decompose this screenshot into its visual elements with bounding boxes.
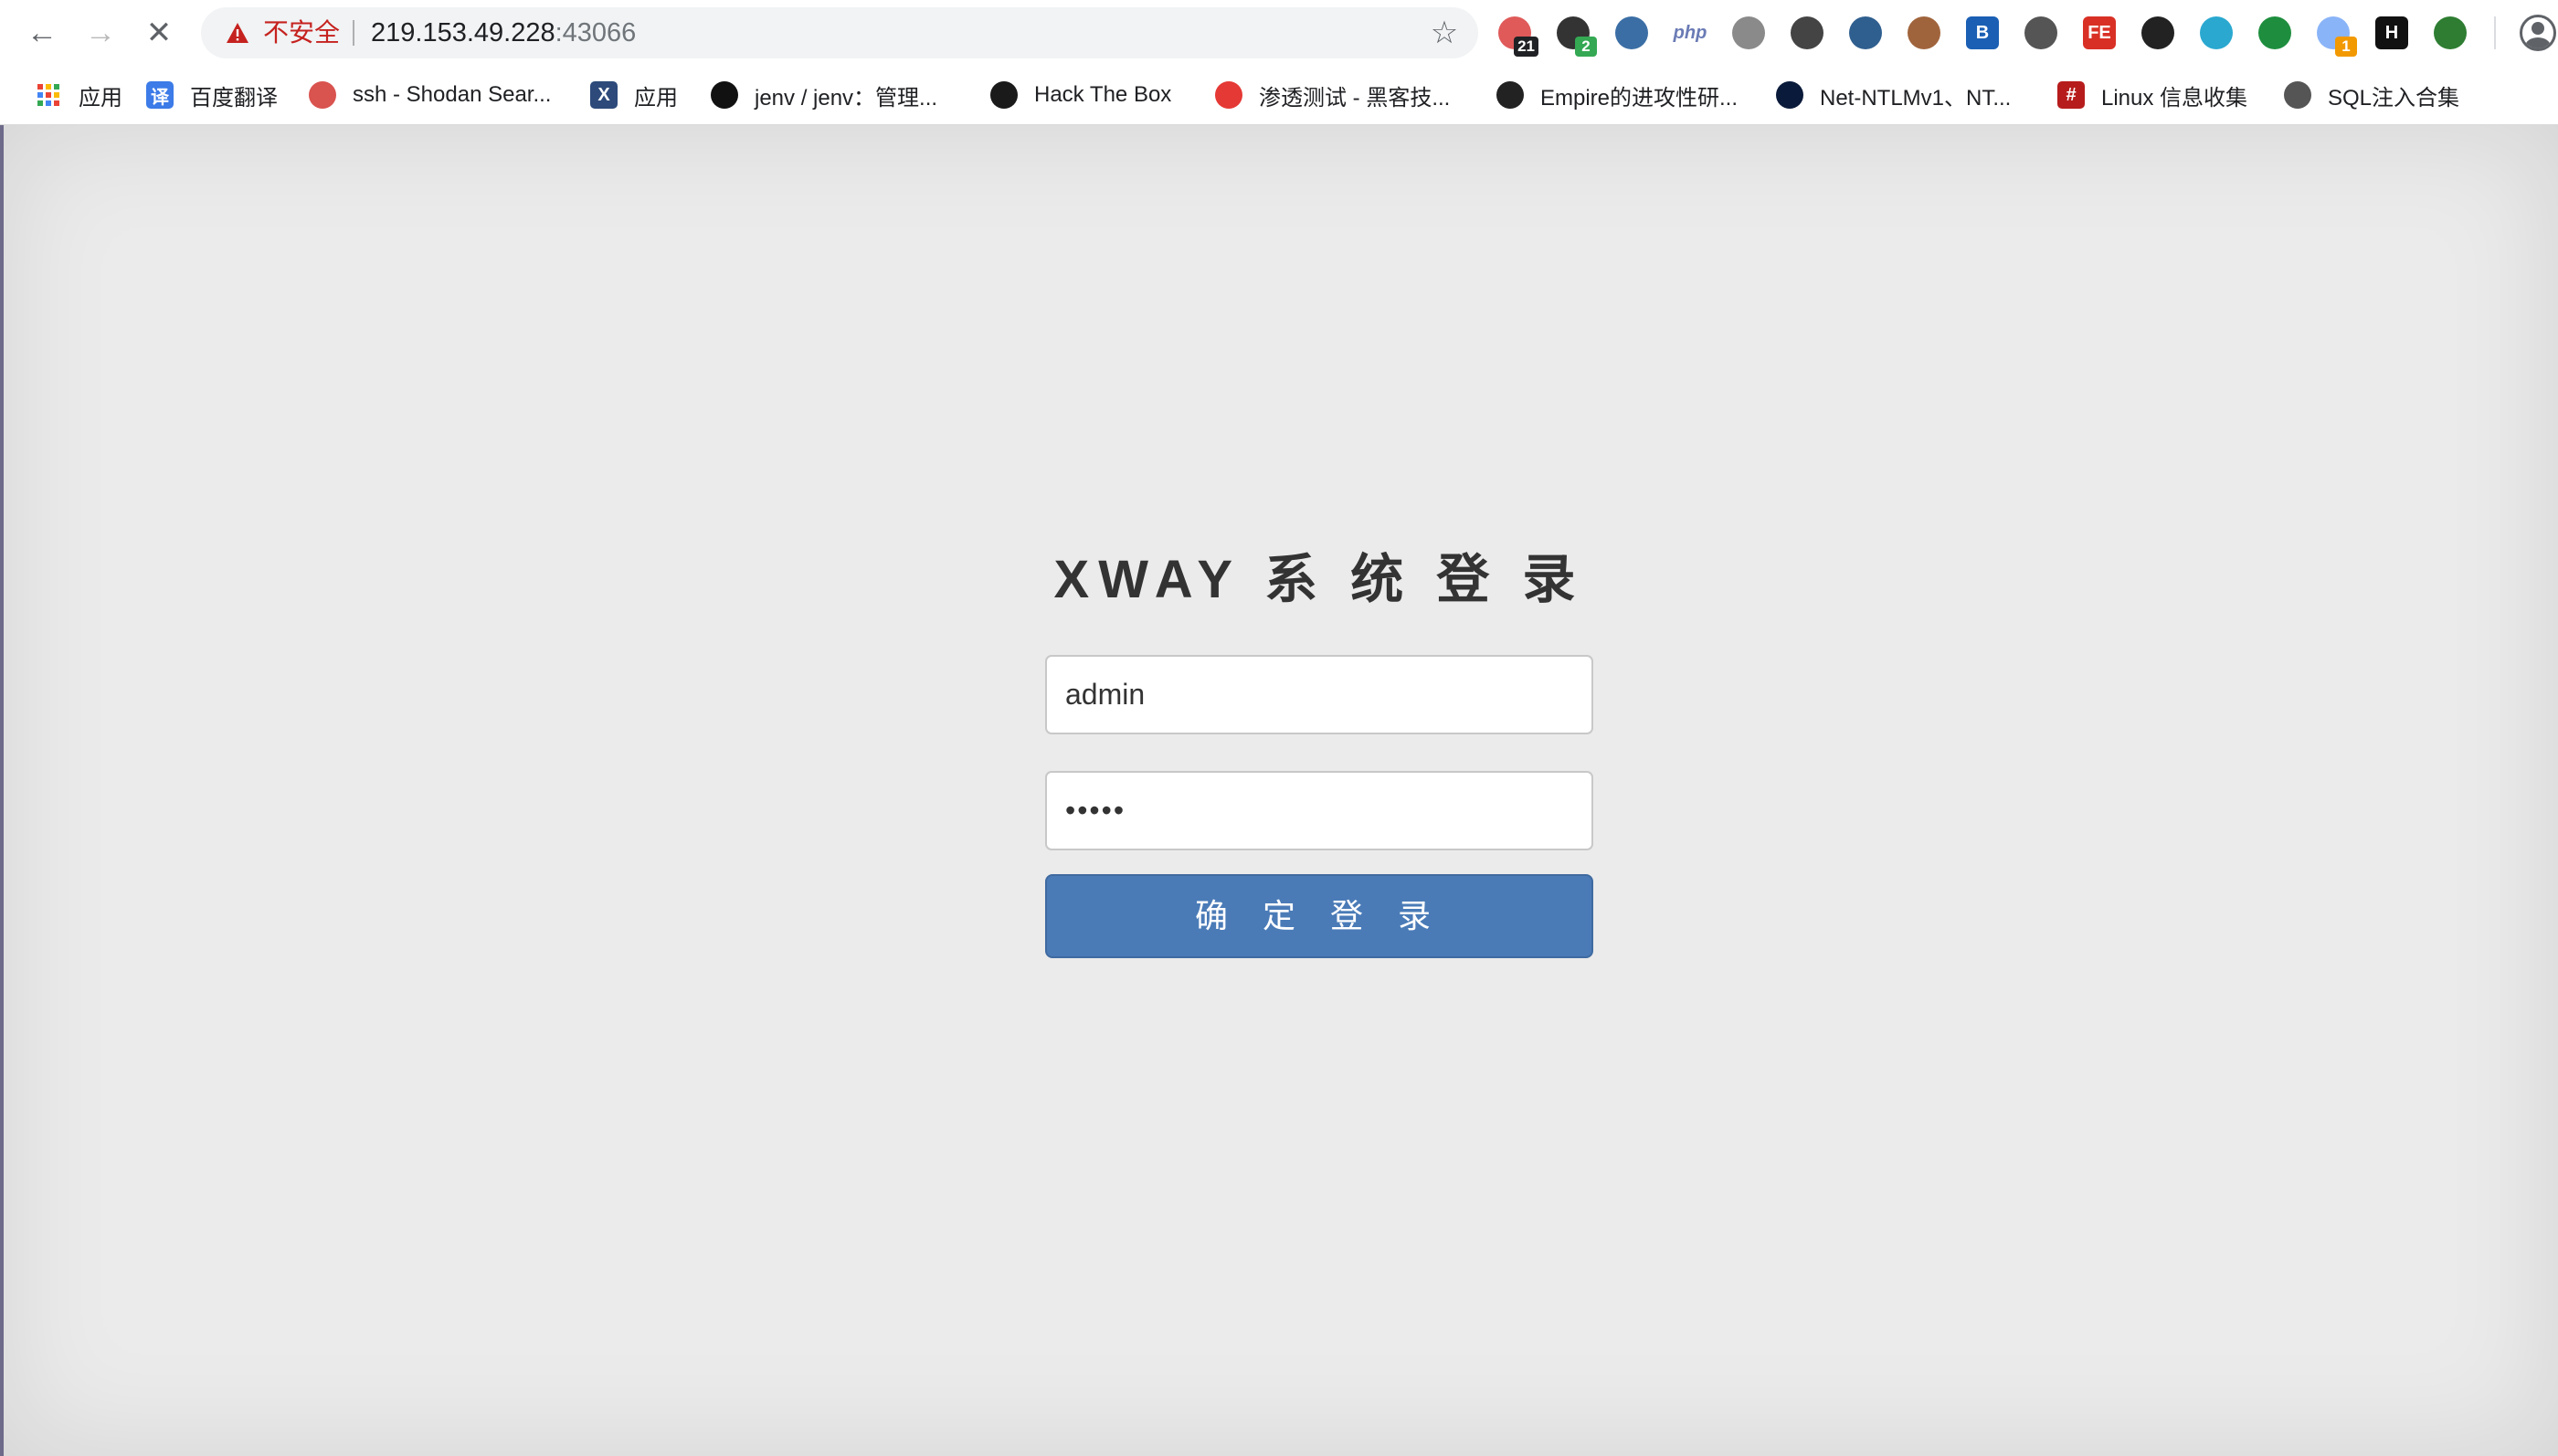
address-bar[interactable]: 不安全 219.153.49.228:43066 ☆ [201, 7, 1478, 58]
bookmark-label: 渗透测试 - 黑客技... [1259, 85, 1451, 111]
url-port: :43066 [555, 18, 637, 47]
ext-15-icon[interactable]: 1 [2317, 16, 2357, 57]
bookmark-label: 应用 [79, 85, 122, 111]
htb-icon [990, 81, 1018, 109]
window-edge [0, 125, 4, 1456]
bookmark-item[interactable]: Hack The Box [990, 77, 1171, 113]
bookmarks-bar: 应用译百度翻译 ssh - Shodan Sear... X 应用 jenv / jen… [0, 66, 2558, 124]
url-text[interactable]: 219.153.49.228:43066 [371, 7, 636, 58]
username-input[interactable] [1045, 655, 1593, 734]
bookmark-favicon-icon: # [2057, 81, 2085, 109]
bookmark-label: Hack The Box [1034, 82, 1172, 107]
ext-14-icon[interactable] [2258, 16, 2291, 49]
bookmark-item[interactable]: X 应用 [590, 77, 678, 113]
bookmark-label: Empire的进攻性研... [1540, 85, 1739, 111]
bookmark-item[interactable]: 渗透测试 - 黑客技... [1215, 77, 1450, 113]
browser-chrome: ← → ✕ 不安全 219.153.49.228:43066 ☆ 21 2 php B… [0, 0, 2558, 125]
back-button[interactable]: ← [24, 15, 60, 51]
ext-6-icon[interactable] [1791, 16, 1823, 49]
profile-avatar-icon[interactable] [2520, 15, 2556, 51]
extension-badge: 21 [1514, 37, 1538, 57]
forward-arrow-icon: → [85, 16, 116, 50]
ext-7-icon[interactable] [1849, 16, 1882, 49]
extension-label: FE [2088, 22, 2111, 43]
extensions-bar: 21 2 php B FE 1 H [1498, 13, 2558, 57]
ext-13-icon[interactable] [2200, 16, 2233, 49]
bookmark-item[interactable]: 应用 [35, 77, 122, 113]
bookmark-label: 百度翻译 [190, 85, 278, 111]
github-icon [711, 81, 738, 109]
url-host: 219.153.49.228 [371, 18, 555, 47]
extension-label: H [2384, 22, 2399, 43]
ntlm-icon [1776, 81, 1803, 109]
bookmark-label: Net-NTLMv1、NT... [1820, 85, 2012, 111]
bookmark-label: jenv / jenv：管理... [755, 85, 938, 111]
bookmark-label: Linux 信息收集 [2101, 85, 2248, 111]
ext-B-icon[interactable]: B [1966, 16, 1999, 49]
login-button[interactable]: 确 定 登 录 [1045, 874, 1593, 958]
ext-12-icon[interactable] [2141, 16, 2174, 49]
ext-H-icon[interactable]: H [2375, 16, 2408, 49]
password-input[interactable] [1045, 771, 1593, 850]
ext-3-icon[interactable] [1615, 16, 1648, 49]
bookmark-item[interactable]: 译百度翻译 [146, 77, 278, 113]
bookmark-item[interactable]: Net-NTLMv1、NT... [1776, 77, 2011, 113]
login-title: XWAY 系 统 登 录 [1053, 550, 1585, 609]
ext-10-icon[interactable] [2024, 16, 2057, 49]
shodan-icon [309, 81, 336, 109]
bookmark-label: ssh - Shodan Sear... [353, 82, 552, 107]
divider [353, 20, 354, 46]
empire-icon [1496, 81, 1524, 109]
extension-label: B [1975, 22, 1990, 43]
ext-FE-icon[interactable]: FE [2083, 16, 2116, 49]
extension-badge: 1 [2335, 37, 2357, 57]
forward-button[interactable]: → [82, 15, 119, 51]
extension-badge: 2 [1575, 37, 1597, 57]
bookmark-item[interactable]: SQL注入合集 [2284, 77, 2459, 113]
bookmark-label: SQL注入合集 [2328, 85, 2460, 111]
close-icon: ✕ [145, 16, 173, 50]
bookmark-item[interactable]: # Linux 信息收集 [2057, 77, 2247, 113]
divider [2494, 16, 2496, 49]
ext-17-icon[interactable] [2434, 16, 2467, 49]
globe-icon [2284, 81, 2311, 109]
bookmark-label: 应用 [634, 85, 678, 111]
stop-loading-button[interactable]: ✕ [141, 15, 177, 51]
bookmark-favicon-icon: 译 [146, 81, 174, 109]
browser-toolbar: ← → ✕ 不安全 219.153.49.228:43066 ☆ 21 2 php B… [0, 0, 2558, 66]
bookmark-item[interactable]: ssh - Shodan Sear... [309, 77, 551, 113]
ext-8-icon[interactable] [1908, 16, 1940, 49]
bookmark-item[interactable]: Empire的进攻性研... [1496, 77, 1738, 113]
extension-label: php [1673, 22, 1707, 43]
bookmark-item[interactable]: jenv / jenv：管理... [711, 77, 937, 113]
ext-php-icon[interactable]: php [1674, 16, 1707, 49]
security-status[interactable]: 不安全 [263, 7, 340, 58]
vulnhub-icon [1215, 81, 1242, 109]
ext-1-icon[interactable]: 21 [1498, 16, 1538, 57]
apps-grid-icon [35, 81, 62, 109]
warning-icon [227, 23, 248, 43]
ext-2-icon[interactable]: 2 [1557, 16, 1597, 57]
bookmark-star-icon[interactable]: ☆ [1427, 16, 1462, 50]
ext-5-icon[interactable] [1732, 16, 1765, 49]
bookmark-favicon-icon: X [590, 81, 618, 109]
page-viewport: XWAY 系 统 登 录 确 定 登 录 [0, 125, 2558, 1456]
back-arrow-icon: ← [26, 16, 58, 50]
